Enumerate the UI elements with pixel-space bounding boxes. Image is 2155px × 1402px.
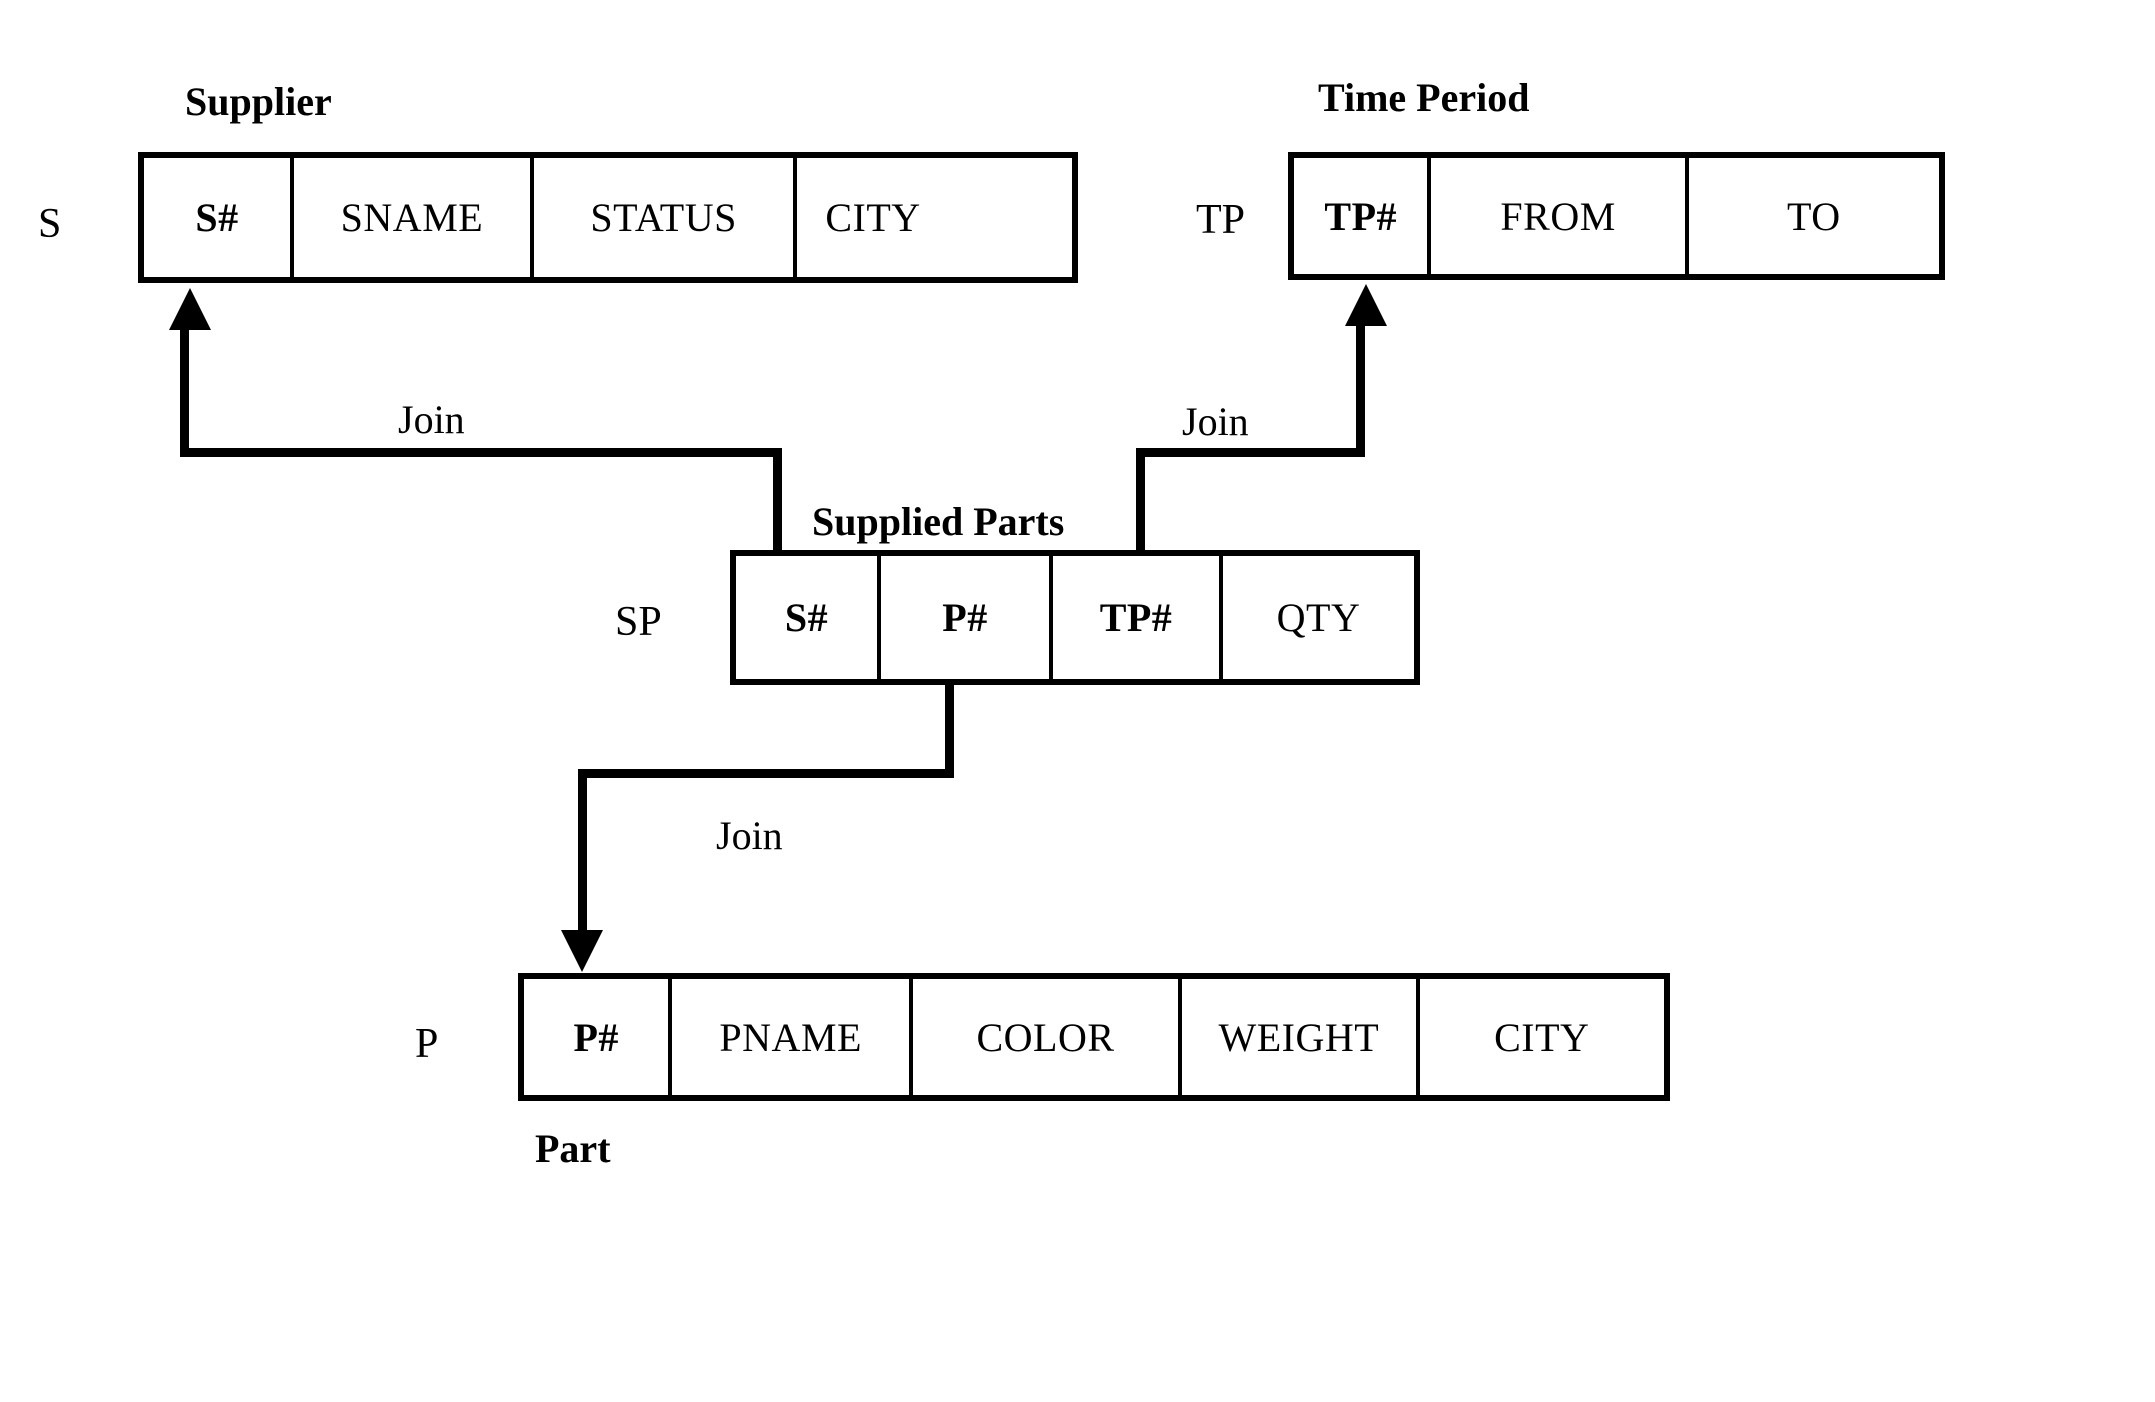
join-segment-vertical (1356, 322, 1365, 454)
join-segment-riser (773, 448, 782, 552)
part-relation-abbrev: P (415, 1021, 439, 1067)
join-label-sp-supplier: Join (398, 397, 465, 442)
relation-supplier[interactable]: S# SNAME STATUS CITY (138, 152, 1078, 283)
supplier-column-s-number[interactable]: S# (144, 158, 295, 277)
arrowhead-up-icon (169, 288, 211, 330)
relation-part[interactable]: P# PNAME COLOR WEIGHT CITY (518, 973, 1670, 1101)
supplier-relation-abbrev: S (38, 201, 62, 247)
supplied-parts-column-qty[interactable]: QTY (1223, 556, 1414, 679)
schema-diagram-canvas: Supplier S S# SNAME STATUS CITY Time Per… (0, 0, 2155, 1402)
supplied-parts-relation-abbrev: SP (615, 599, 662, 645)
time-period-column-to[interactable]: TO (1688, 158, 1939, 274)
join-segment-horizontal (578, 769, 954, 778)
part-column-city[interactable]: CITY (1419, 979, 1664, 1095)
join-segment-horizontal (180, 448, 782, 457)
supplied-parts-column-p-number[interactable]: P# (881, 556, 1053, 679)
part-column-p-number[interactable]: P# (524, 979, 673, 1095)
join-segment-riser (1136, 448, 1145, 552)
supplied-parts-column-s-number[interactable]: S# (736, 556, 881, 679)
relation-supplied-parts[interactable]: S# P# TP# QTY (730, 550, 1420, 685)
part-column-pname[interactable]: PNAME (672, 979, 913, 1095)
time-period-relation-abbrev: TP (1196, 197, 1246, 243)
supplier-column-city[interactable]: CITY (797, 158, 1073, 277)
join-segment-vertical (180, 326, 189, 455)
time-period-column-from[interactable]: FROM (1431, 158, 1689, 274)
time-period-column-tp-number[interactable]: TP# (1294, 158, 1432, 274)
join-segment-vertical (578, 769, 587, 940)
supplier-column-sname[interactable]: SNAME (294, 158, 534, 277)
supplied-parts-column-tp-number[interactable]: TP# (1053, 556, 1223, 679)
supplier-column-status[interactable]: STATUS (533, 158, 798, 277)
join-label-sp-time-period: Join (1182, 399, 1249, 444)
join-label-sp-part: Join (716, 813, 783, 858)
join-segment-drop (945, 683, 954, 777)
supplied-parts-caption: Supplied Parts (812, 499, 1065, 544)
supplier-caption: Supplier (185, 79, 332, 124)
part-caption: Part (535, 1126, 611, 1171)
relation-time-period[interactable]: TP# FROM TO (1288, 152, 1945, 280)
arrowhead-up-icon (1345, 284, 1387, 326)
time-period-caption: Time Period (1318, 75, 1530, 120)
arrowhead-down-icon (561, 930, 603, 972)
part-column-weight[interactable]: WEIGHT (1182, 979, 1420, 1095)
part-column-color[interactable]: COLOR (912, 979, 1183, 1095)
join-segment-horizontal (1136, 448, 1365, 457)
